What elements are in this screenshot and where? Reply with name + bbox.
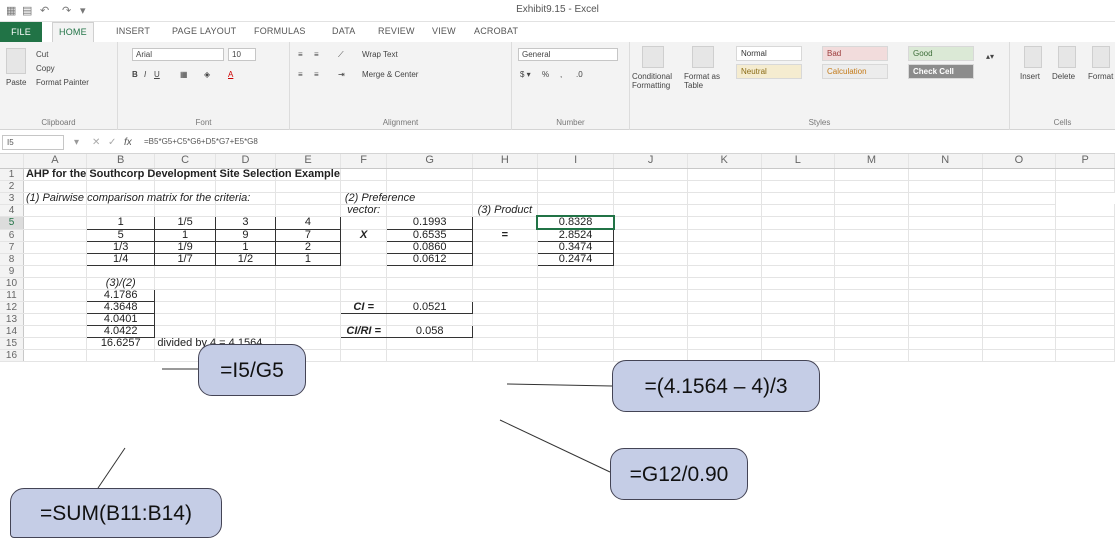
- callout-ratio-formula: =I5/G5: [198, 344, 306, 396]
- callout-cri-formula: =G12/0.90: [610, 448, 748, 500]
- excel-window: ▦ ▤ ↶ ↷ ▾ Exhibit9.15 - Excel FILE HOME …: [0, 0, 1115, 538]
- connector-ci: [506, 383, 613, 387]
- connector-cri: [499, 419, 611, 473]
- callout-ci-formula: =(4.1564 – 4)/3: [612, 360, 820, 412]
- callout-sum-formula: =SUM(B11:B14): [10, 488, 222, 538]
- callout-connectors: [97, 368, 613, 489]
- connector-sum: [97, 447, 126, 489]
